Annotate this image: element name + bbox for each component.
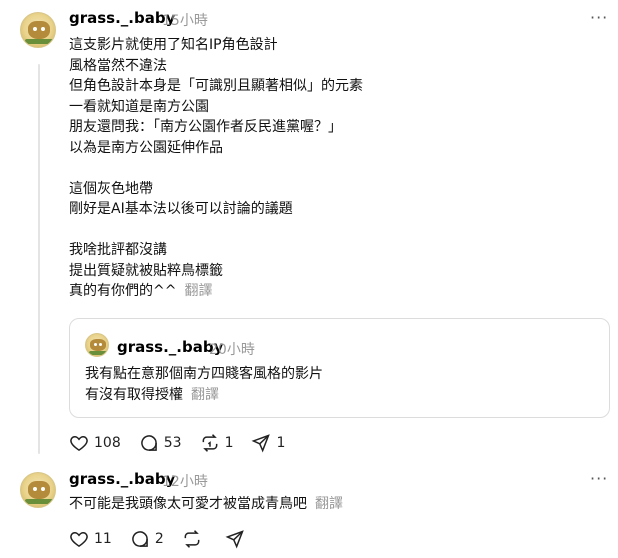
comment-button[interactable]: 53 — [139, 433, 182, 453]
quoted-body: 我有點在意那個南方四賤客風格的影片 有沒有取得授權 翻譯 — [85, 364, 323, 406]
quoted-post[interactable]: grass._.baby 20小時 我有點在意那個南方四賤客風格的影片 有沒有取… — [69, 318, 610, 418]
avatar-band — [25, 499, 53, 504]
quoted-avatar[interactable] — [85, 333, 109, 357]
more-options-icon[interactable]: ··· — [590, 8, 608, 27]
reply-comment-button[interactable]: 2 — [130, 529, 164, 549]
avatar-band — [25, 39, 53, 44]
avatar-eye — [33, 27, 37, 31]
post-body: 這支影片就使用了知名IP角色設計 風格當然不違法 但角色設計本身是「可識別且顯著… — [69, 35, 363, 302]
reply-comment-count: 2 — [154, 531, 164, 547]
reply-username[interactable]: grass._.baby — [69, 470, 175, 488]
repost-button[interactable]: 1 — [200, 433, 234, 453]
post-text: 這支影片就使用了知名IP角色設計 風格當然不違法 但角色設計本身是「可識別且顯著… — [69, 37, 363, 299]
heart-icon — [70, 435, 88, 451]
share-button[interactable]: 1 — [251, 433, 285, 453]
heart-icon — [70, 531, 88, 547]
comment-icon — [140, 435, 157, 451]
quoted-username[interactable]: grass._.baby — [117, 338, 223, 356]
repost-icon — [202, 434, 217, 452]
share-count: 1 — [276, 435, 286, 451]
send-icon — [225, 530, 244, 549]
repost-icon — [184, 530, 200, 548]
quoted-translate-link[interactable]: 翻譯 — [191, 387, 219, 403]
reply-repost-button[interactable] — [182, 529, 207, 549]
avatar-character — [90, 339, 106, 351]
avatar-eye — [33, 487, 37, 491]
reply-like-count: 11 — [94, 531, 112, 547]
thread-line — [38, 64, 40, 454]
avatar-eye — [41, 487, 45, 491]
send-icon — [252, 434, 271, 453]
avatar-character — [28, 21, 50, 39]
reply-share-button[interactable] — [225, 529, 250, 549]
reply-avatar[interactable] — [20, 472, 56, 508]
reply-translate-link[interactable]: 翻譯 — [315, 496, 343, 512]
repost-count: 1 — [224, 435, 234, 451]
post-actions: 108 53 1 1 — [69, 433, 303, 453]
avatar[interactable] — [20, 12, 56, 48]
avatar-eye — [99, 343, 102, 346]
post-time[interactable]: 15小時 — [162, 10, 208, 30]
reply-time[interactable]: 12小時 — [162, 471, 208, 491]
post-username[interactable]: grass._.baby — [69, 9, 175, 27]
avatar-band — [89, 351, 107, 355]
reply-text: 不可能是我頭像太可愛才被當成青鳥吧 — [69, 496, 307, 512]
reply-actions: 11 2 — [69, 529, 268, 549]
reply-more-options-icon[interactable]: ··· — [590, 469, 608, 488]
like-count: 108 — [94, 435, 121, 451]
reply-body: 不可能是我頭像太可愛才被當成青鳥吧 翻譯 — [69, 494, 343, 515]
comment-icon — [132, 531, 148, 547]
avatar-eye — [94, 343, 97, 346]
quoted-time[interactable]: 20小時 — [209, 339, 255, 359]
like-button[interactable]: 108 — [69, 433, 121, 453]
comment-count: 53 — [163, 435, 182, 451]
avatar-character — [28, 481, 50, 499]
reply-like-button[interactable]: 11 — [69, 529, 112, 549]
avatar-eye — [41, 27, 45, 31]
translate-link[interactable]: 翻譯 — [184, 283, 212, 299]
